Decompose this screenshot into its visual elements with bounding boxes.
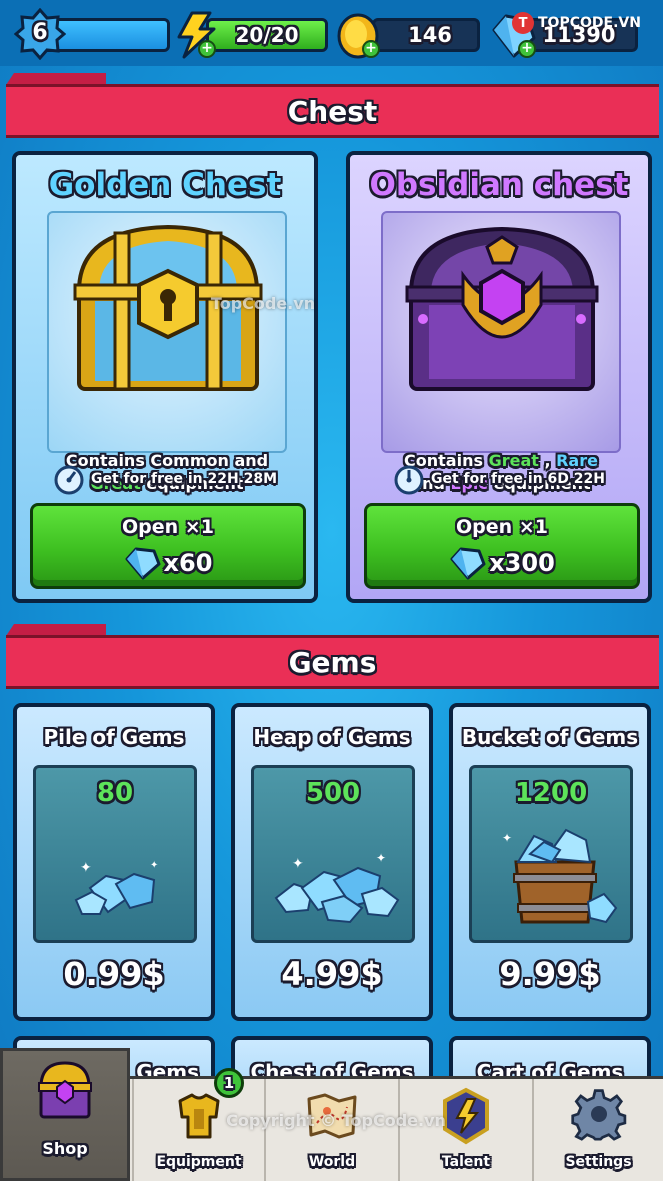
add-gems-icon[interactable]: + <box>518 40 536 58</box>
price-value: x300 <box>489 549 555 577</box>
svg-text:✦: ✦ <box>376 851 386 865</box>
svg-text:✦: ✦ <box>150 860 158 871</box>
gem-pack-window: 500 ✦ ✦ <box>251 765 415 943</box>
free-timer: Get for free in 6D 22H <box>350 461 648 497</box>
chest-frame: Contains Great , Rare and Epic equipment <box>381 211 621 493</box>
gem-pack-amount: 80 <box>96 778 134 808</box>
chest-name: Obsidian chest <box>369 167 629 203</box>
free-timer: Get for free in 22H 28M <box>16 461 314 497</box>
price-value: x60 <box>163 549 213 577</box>
nav-label: Equipment <box>156 1154 242 1170</box>
nav-item-talent[interactable]: Talent <box>398 1079 532 1181</box>
chest-section-title: Chest <box>287 95 378 128</box>
gem-pack-title: Heap of Gems <box>253 725 411 749</box>
gems-section-banner: Gems <box>6 635 659 689</box>
gem-bucket-icon: ✦ <box>502 828 618 924</box>
nav-label: Talent <box>441 1154 491 1170</box>
gem-pack-price: 9.99$ <box>499 955 601 993</box>
gem-pack-window: 1200 ✦ <box>469 765 633 943</box>
gem-pack-title: Bucket of Gems <box>461 725 639 749</box>
obsidian-chest-card: Obsidian chest Contains Great , Rare and … <box>346 151 652 603</box>
chest-frame: Contains Common and Great equipment <box>47 211 287 493</box>
nav-item-shop[interactable]: Shop <box>0 1048 130 1181</box>
open-obsidian-chest-button[interactable]: Open ×1 x300 <box>364 503 640 589</box>
energy-text: 20/20 <box>235 23 299 47</box>
gem-pack-amount: 1200 <box>514 778 588 808</box>
price-row: x60 <box>33 546 303 580</box>
copyright-watermark: Copyright © TopCode.vn <box>226 1111 446 1130</box>
gem-pack-card[interactable]: Bucket of Gems 1200 ✦ 9.99$ <box>449 703 651 1021</box>
nav-item-world[interactable]: World <box>264 1079 398 1181</box>
clock-icon <box>54 465 84 495</box>
top-hud: 6 20/20 + 146 + 11390 + T TOPCODE.VN <box>0 0 663 66</box>
add-coins-icon[interactable]: + <box>362 40 380 58</box>
nav-label: World <box>308 1154 356 1170</box>
gems-section-title: Gems <box>288 646 377 679</box>
golden-chest-card: Golden Chest Contains Common and Great e… <box>12 151 318 603</box>
level-number: 6 <box>32 20 48 45</box>
topcode-logo-text: TOPCODE.VN <box>538 15 641 31</box>
obsidian-chest-icon <box>405 226 599 391</box>
nav-label: Settings <box>565 1154 632 1170</box>
coin-count: 146 <box>372 18 480 52</box>
gem-pack-price: 4.99$ <box>281 955 383 993</box>
svg-text:✦: ✦ <box>502 831 512 845</box>
timer-text: Get for free in 6D 22H <box>431 471 605 487</box>
shop-chest-icon <box>38 1061 92 1119</box>
add-energy-icon[interactable]: + <box>198 40 216 58</box>
open-label: Open ×1 <box>456 516 548 538</box>
gem-pack-window: 80 ✦ ✦ <box>33 765 197 943</box>
gem-pack-amount: 500 <box>305 778 361 808</box>
nav-item-settings[interactable]: Settings <box>532 1079 663 1181</box>
gem-price-icon <box>125 547 161 580</box>
svg-text:✦: ✦ <box>292 856 304 872</box>
gem-pile-icon: ✦ ✦ <box>74 860 158 915</box>
clock-icon <box>394 465 424 495</box>
gear-icon <box>570 1089 626 1141</box>
watermark-text: TopCode.vn <box>210 294 316 313</box>
timer-text: Get for free in 22H 28M <box>90 471 278 487</box>
nav-label: Shop <box>42 1139 88 1158</box>
gem-price-icon <box>450 547 486 580</box>
price-row: x300 <box>367 546 637 580</box>
svg-text:✦: ✦ <box>80 860 92 876</box>
gem-pack-card[interactable]: Heap of Gems 500 ✦ ✦ 4.99$ <box>231 703 433 1021</box>
gem-pack-card[interactable]: Pile of Gems 80 ✦ ✦ 0.99$ <box>13 703 215 1021</box>
chest-section-banner: Chest <box>6 84 659 138</box>
topcode-badge-icon: T <box>512 12 534 34</box>
open-label: Open ×1 <box>122 516 214 538</box>
gem-heap-icon: ✦ ✦ <box>274 851 400 924</box>
open-golden-chest-button[interactable]: Open ×1 x60 <box>30 503 306 589</box>
gem-pack-title: Pile of Gems <box>43 725 185 749</box>
nav-item-equipment[interactable]: Equipment <box>132 1079 264 1181</box>
chest-name: Golden Chest <box>48 167 282 203</box>
gem-pack-price: 0.99$ <box>63 955 165 993</box>
topcode-logo: T TOPCODE.VN <box>512 10 658 36</box>
equipment-notification-badge: 1 <box>214 1068 244 1098</box>
